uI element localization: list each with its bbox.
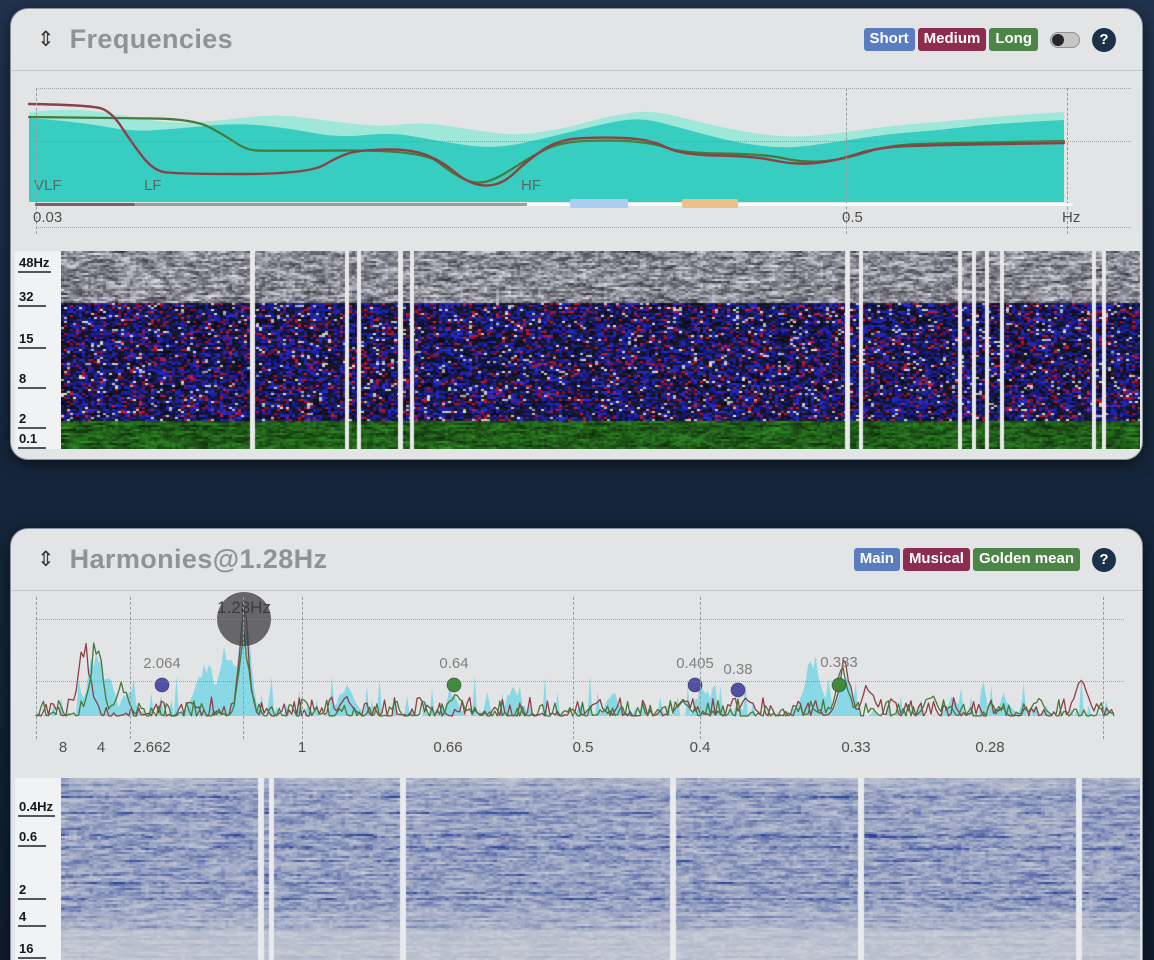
x-axis-label: 8: [59, 739, 67, 756]
frequency-spectrum-chart[interactable]: VLF LF HF 0.03 0.5 Hz: [11, 72, 1142, 248]
spectrogram-axis-value: 4: [18, 909, 46, 927]
x-axis-label: 0.66: [433, 739, 462, 756]
orange-event-marker: [682, 199, 738, 208]
band-label-vlf: VLF: [34, 177, 62, 194]
vertical-gridline: [243, 597, 244, 739]
x-axis-label: 0.03: [33, 209, 62, 226]
toggle-knob-icon: [1052, 34, 1064, 46]
horizontal-gridline: [36, 141, 1131, 142]
spectrogram-axis-label: 0.1: [18, 430, 46, 449]
spectrogram-axis-value: 8: [18, 371, 46, 389]
harmonic-peak-label: 0.38: [723, 661, 752, 678]
harmonics-spectrogram: 0.4Hz 0.6 2 4 16: [15, 778, 1140, 960]
harmonic-peak-label: 0.405: [676, 655, 714, 672]
vertical-gridline: [130, 597, 131, 739]
app-background: { "app": { "background_color": "#16273c"…: [0, 0, 1154, 960]
x-axis-label: 4: [97, 739, 105, 756]
lf-extent-bar: [135, 203, 527, 206]
spectrogram-axis-label: 4: [18, 908, 46, 927]
x-axis-label: 0.28: [975, 739, 1004, 756]
frequency-spectrum-plot: VLF LF HF: [29, 94, 1079, 202]
x-axis-label: 0.4: [690, 739, 711, 756]
spectrogram-axis-value: 0.1: [18, 431, 46, 449]
medium-term-button[interactable]: Medium: [918, 28, 987, 52]
spectrogram-axis-label: 0.6: [18, 828, 46, 847]
vertical-gridline: [1103, 597, 1104, 739]
long-term-button[interactable]: Long: [989, 28, 1038, 52]
harmonic-peak-marker[interactable]: [731, 683, 745, 697]
spectrogram-axis-label: 32: [18, 288, 46, 307]
golden-mean-mode-button[interactable]: Golden mean: [973, 548, 1080, 572]
vertical-gridline: [302, 597, 303, 739]
x-axis-label: 1: [298, 739, 306, 756]
spectrogram-axis-value: 0.4Hz: [18, 799, 55, 817]
spectrogram-axis-value: 2: [18, 882, 46, 900]
vlf-extent-bar: [35, 203, 135, 206]
view-toggle[interactable]: [1050, 32, 1080, 48]
harmonics-spectrogram-axis: 0.4Hz 0.6 2 4 16: [15, 778, 61, 960]
band-label-lf: LF: [144, 177, 162, 194]
harmonies-title: Harmonies@1.28Hz: [70, 544, 328, 575]
spectrogram-axis-label: 15: [18, 330, 46, 349]
harmonic-peak-label: 2.064: [143, 655, 181, 672]
horizontal-gridline: [36, 681, 1124, 682]
spectrogram-axis-label: 8: [18, 370, 46, 389]
frequencies-header: ⇕ Frequencies Short Medium Long ?: [11, 9, 1142, 71]
selected-harmonic-label: 1.28Hz: [217, 598, 271, 617]
spectrogram-axis-value: 2: [18, 411, 46, 429]
vertical-gridline: [36, 597, 37, 739]
harmonic-peak-label: 0.64: [439, 655, 468, 672]
band-label-hf: HF: [521, 177, 541, 194]
frequencies-panel: ⇕ Frequencies Short Medium Long ? VLF LF H…: [10, 8, 1143, 460]
series-main: [36, 608, 1114, 716]
frequency-spectrogram-axis: 48Hz 32 15 8 2 0.1: [15, 251, 61, 449]
musical-mode-button[interactable]: Musical: [903, 548, 970, 572]
harmonies-help-button[interactable]: ?: [1092, 548, 1116, 572]
frequencies-title: Frequencies: [70, 24, 233, 55]
x-axis-label: 2.662: [133, 739, 171, 756]
spectrogram-axis-value: 0.6: [18, 829, 46, 847]
collapse-expand-icon[interactable]: ⇕: [37, 29, 55, 50]
frequencies-help-button[interactable]: ?: [1092, 28, 1116, 52]
harmonies-panel: ⇕ Harmonies@1.28Hz Main Musical Golden m…: [10, 528, 1143, 960]
harmonics-spectrogram-canvas[interactable]: [61, 778, 1140, 960]
x-axis-label: 0.5: [842, 209, 863, 226]
frequency-spectrogram-canvas[interactable]: [61, 251, 1140, 449]
horizontal-gridline: [36, 619, 1124, 620]
x-axis-label: 0.33: [841, 739, 870, 756]
horizontal-gridline: [36, 88, 1131, 89]
frequencies-controls: Short Medium Long ?: [864, 28, 1117, 52]
collapse-expand-icon[interactable]: ⇕: [37, 549, 55, 570]
x-axis-label: Hz: [1062, 209, 1080, 226]
harmonics-chart[interactable]: 1.28Hz 2.064 0.64 0.405 0.38 0.333 8 4 2.662 1 0.…: [11, 592, 1142, 764]
vertical-gridline: [700, 597, 701, 739]
spectrogram-axis-value: 48Hz: [18, 255, 51, 273]
frequency-spectrogram: 48Hz 32 15 8 2 0.1: [15, 251, 1140, 449]
spectrogram-axis-label: 48Hz: [18, 254, 51, 273]
spectrogram-axis-value: 32: [18, 289, 46, 307]
harmonies-controls: Main Musical Golden mean ?: [854, 548, 1116, 572]
harmonic-peak-label: 0.333: [820, 654, 858, 671]
spectrogram-axis-label: 0.4Hz: [18, 798, 55, 817]
short-term-button[interactable]: Short: [864, 28, 915, 52]
x-axis-label: 0.5: [573, 739, 594, 756]
vertical-gridline: [573, 597, 574, 739]
spectrogram-axis-label: 2: [18, 881, 46, 900]
spectrogram-axis-value: 16: [18, 941, 46, 959]
blue-event-marker: [570, 199, 628, 208]
spectrogram-axis-value: 15: [18, 331, 46, 349]
harmonics-plot: 1.28Hz 2.064 0.64 0.405 0.38 0.333: [29, 597, 1134, 727]
spectrogram-axis-label: 2: [18, 410, 46, 429]
main-mode-button[interactable]: Main: [854, 548, 900, 572]
spectrogram-axis-label: 16: [18, 940, 46, 959]
horizontal-gridline: [36, 227, 1131, 228]
harmonies-header: ⇕ Harmonies@1.28Hz Main Musical Golden m…: [11, 529, 1142, 591]
